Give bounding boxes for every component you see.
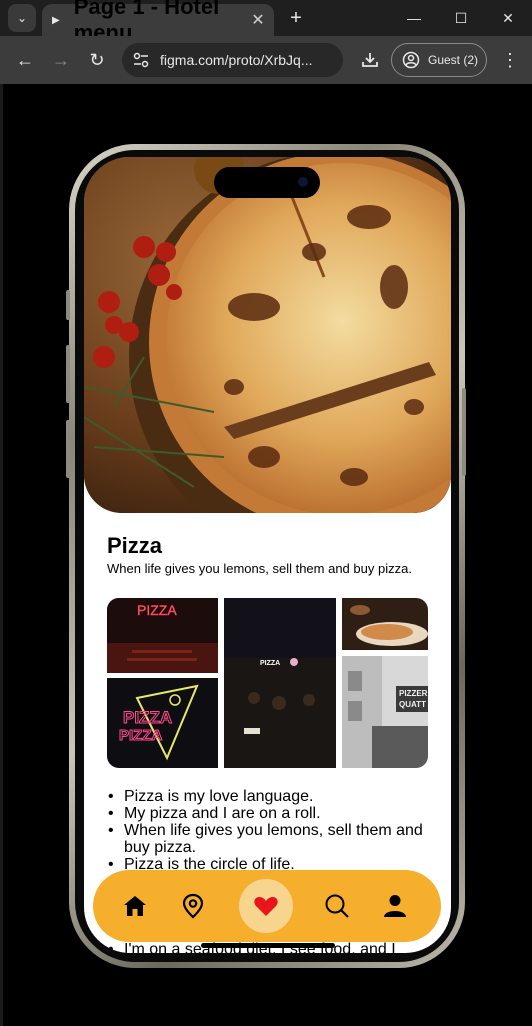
guest-label: Guest (2) <box>428 53 479 67</box>
pizza-quotes-list: Pizza is my love language. My pizza and … <box>106 788 426 873</box>
maximize-button[interactable]: ☐ <box>441 4 481 32</box>
page-header: Pizza When life gives you lemons, sell t… <box>107 533 437 576</box>
viewport-edge <box>0 84 3 1026</box>
nav-location-button[interactable] <box>167 880 219 932</box>
forward-button[interactable]: → <box>47 46 75 74</box>
svg-text:PIZZA: PIZZA <box>260 660 280 667</box>
list-item: Pizza is my love language. <box>106 788 426 805</box>
home-indicator <box>201 943 335 948</box>
download-icon <box>362 53 378 67</box>
svg-text:PIZZA: PIZZA <box>119 727 162 744</box>
minimize-button[interactable]: — <box>394 4 434 32</box>
dynamic-island <box>214 167 320 198</box>
new-tab-button[interactable]: + <box>283 4 309 32</box>
gallery-slices-photo[interactable] <box>342 598 428 650</box>
search-icon <box>325 894 349 918</box>
download-button[interactable] <box>356 46 384 74</box>
home-icon <box>124 896 146 916</box>
tab-search-button[interactable]: ⌄ <box>8 4 36 32</box>
svg-text:PIZZA: PIZZA <box>123 708 172 727</box>
svg-text:PIZZER: PIZZER <box>399 689 428 698</box>
pizza-slices-image <box>342 598 428 650</box>
location-pin-icon <box>182 893 204 919</box>
chevron-down-icon: ⌄ <box>16 11 28 25</box>
arrow-left-icon: ← <box>16 49 34 70</box>
volume-down-button <box>66 420 70 478</box>
figma-play-icon: ▶ <box>52 14 60 26</box>
gallery-storefront-photo[interactable]: PIZZER QUATT <box>342 656 428 768</box>
page-title: Pizza <box>107 533 163 558</box>
action-button <box>66 290 70 320</box>
phone-screen: Pizza When life gives you lemons, sell t… <box>84 157 451 953</box>
pizza-street-image: PIZZA <box>224 598 336 768</box>
browser-toolbar: ← → ↻ figma.com/proto/XrbJq... Guest (2)… <box>0 36 532 84</box>
window-close-button[interactable]: ✕ <box>488 4 528 32</box>
pizza-illustration <box>84 157 451 513</box>
profile-icon <box>402 51 420 69</box>
list-item: My pizza and I are on a roll. <box>106 805 426 822</box>
browser-menu-button[interactable]: ⋮ <box>496 46 524 74</box>
nav-favorites-button[interactable] <box>239 879 293 933</box>
pizzeria-storefront-image: PIZZER QUATT <box>342 656 428 768</box>
nav-profile-button[interactable] <box>369 880 421 932</box>
photo-gallery: PIZZA PIZZA PIZZA PIZZA PIZZER QUATT <box>107 598 428 768</box>
site-settings-icon[interactable] <box>132 51 150 69</box>
svg-text:QUATT: QUATT <box>399 700 426 709</box>
tab-close-button[interactable]: ✕ <box>246 10 270 30</box>
address-bar[interactable]: figma.com/proto/XrbJq... <box>122 43 343 77</box>
gallery-street-photo[interactable]: PIZZA <box>224 598 336 768</box>
browser-tab-bar: ⌄ ▶ Page 1 - Hotel menu ✕ + — ☐ ✕ <box>0 0 532 45</box>
more-vertical-icon: ⋮ <box>501 49 519 70</box>
page-subtitle: When life gives you lemons, sell them an… <box>107 561 412 576</box>
browser-tab[interactable]: ▶ Page 1 - Hotel menu ✕ <box>42 0 274 45</box>
svg-text:PIZZA: PIZZA <box>137 602 177 618</box>
user-icon <box>384 895 406 917</box>
bottom-nav-bar <box>93 870 441 942</box>
reload-button[interactable]: ↻ <box>83 46 111 74</box>
nav-home-button[interactable] <box>109 880 161 932</box>
neon-slice-image: PIZZA PIZZA <box>107 678 218 768</box>
reload-icon: ↻ <box>89 49 105 70</box>
back-button[interactable]: ← <box>11 46 39 74</box>
neon-sign-image: PIZZA <box>107 598 218 673</box>
power-button <box>462 388 466 476</box>
guest-profile-button[interactable]: Guest (2) <box>391 43 487 77</box>
gallery-neon-slice-photo[interactable]: PIZZA PIZZA <box>107 678 218 768</box>
front-camera <box>298 177 308 187</box>
gallery-neon-sign-photo[interactable]: PIZZA <box>107 598 218 673</box>
heart-icon <box>254 897 278 916</box>
volume-up-button <box>66 345 70 403</box>
hero-pizza-image <box>84 157 451 513</box>
url-text: figma.com/proto/XrbJq... <box>160 52 313 68</box>
list-item: When life gives you lemons, sell them an… <box>106 822 426 856</box>
nav-search-button[interactable] <box>311 880 363 932</box>
arrow-right-icon: → <box>52 49 70 70</box>
